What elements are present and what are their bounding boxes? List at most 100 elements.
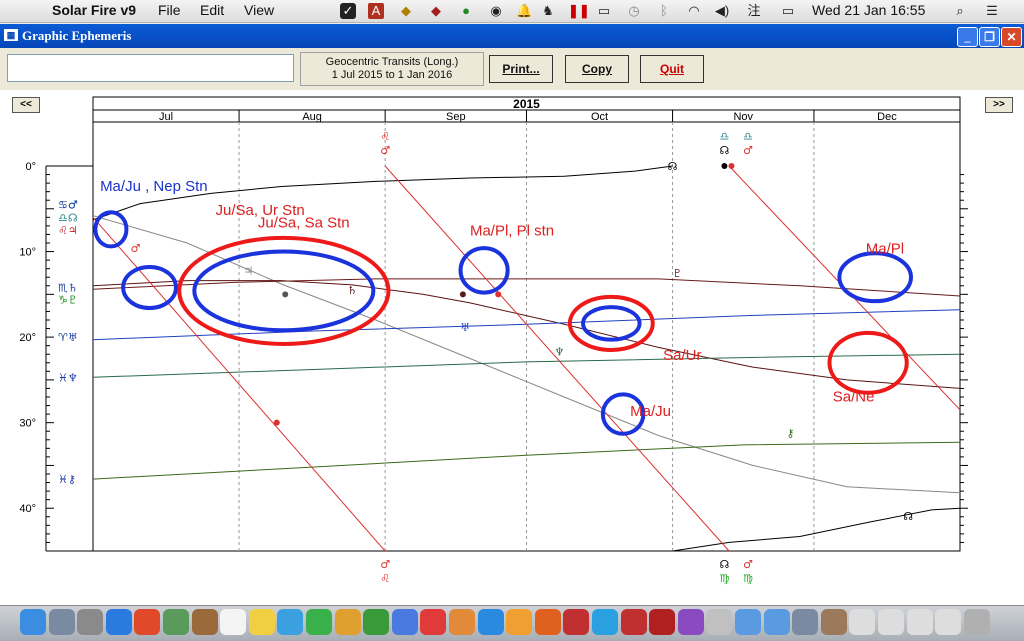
toolbar: Geocentric Transits (Long.) 1 Jul 2015 t… [0,48,1024,90]
month-label: Sep [446,111,466,123]
bluetooth-icon[interactable]: ᛒ [656,3,672,19]
aspect-dot [728,163,735,169]
month-label: Nov [733,111,753,123]
skype-icon[interactable] [592,609,618,635]
series-glyph: ♂ [130,242,140,255]
window-title: Graphic Ephemeris [22,28,132,43]
app-store-icon[interactable] [477,609,504,635]
folder-1-icon[interactable] [735,609,761,635]
airplay-icon[interactable]: ▭ [596,3,612,19]
month-label: Jul [159,111,173,123]
next-button[interactable]: >> [985,97,1013,113]
quit-button[interactable]: Quit [640,55,704,83]
timemachine-icon[interactable]: ◷ [626,3,642,19]
menu-view[interactable]: View [244,2,274,18]
onepassword-icon[interactable]: ◉ [488,3,504,19]
music-icon[interactable] [420,609,447,635]
y-tick-label: 10° [19,247,36,259]
mode-line-1: Geocentric Transits (Long.) [325,56,459,68]
aspect-dot [459,291,466,298]
ephemeris-mode-box: Geocentric Transits (Long.) 1 Jul 2015 t… [300,52,484,86]
window-titlebar: ▦ Graphic Ephemeris _ ❐ ✕ [0,24,1024,48]
bottom-marker-glyph: ♍ [719,572,729,585]
solar-fire-icon[interactable] [563,609,590,635]
restore-button[interactable]: ❐ [979,27,1000,47]
graphic-ephemeris-chart[interactable]: 2015 Jul Aug Sep Oct Nov Dec0°10°20°30°40°♋♂♎… [0,90,1024,605]
keynote-icon[interactable] [391,609,418,635]
aspect-dot [273,419,280,426]
firefox-icon[interactable] [534,609,561,635]
top-marker-glyph: ♌ [380,130,390,143]
calendar-icon[interactable] [220,609,247,635]
dictionary-icon[interactable]: A [368,3,384,19]
top-marker-glyph: ♂ [380,144,390,157]
app-window-icon[interactable]: ▦ [4,29,18,41]
menubar: Solar Fire v9 File Edit View ✓ A ◆ ◆ ● ◉… [0,0,1024,23]
close-button[interactable]: ✕ [1001,27,1022,47]
series-glyph: ☊ [668,160,678,173]
stack-4-icon[interactable] [906,609,933,635]
parallels-icon[interactable] [620,609,647,635]
system-prefs-icon[interactable] [77,609,104,635]
facetime-icon[interactable] [306,609,332,635]
prev-button[interactable]: << [12,97,40,113]
wifi-icon[interactable]: ◠ [686,3,702,19]
stack-5-icon[interactable] [935,609,962,635]
top-marker-glyph: ♎ [719,130,729,143]
bell-icon[interactable]: 🔔 [516,3,532,19]
month-label: Oct [591,111,608,123]
pause-icon[interactable]: ❚❚ [568,3,590,19]
app-menu[interactable]: Solar Fire v9 [52,2,136,18]
pages-icon[interactable] [506,609,533,635]
numbers-icon[interactable] [363,609,390,635]
evernote-icon[interactable]: ♞ [540,3,556,19]
preview-icon[interactable] [163,609,189,635]
copy-button[interactable]: Copy [565,55,629,83]
aspect-dot [721,163,728,169]
series-glyph: ♃ [244,264,254,277]
search-icon[interactable]: ⌕ [952,3,968,19]
minimize-button[interactable]: _ [957,27,978,47]
series-glyph: ♆ [555,346,565,359]
volume-icon[interactable]: ◀) [714,3,730,19]
menu-edit[interactable]: Edit [200,2,224,18]
month-label: Aug [302,111,322,123]
scribe-icon[interactable]: ✓ [340,3,356,19]
top-marker-glyph: ☊ [720,144,730,157]
series-glyph: ♇ [672,267,682,280]
stack-1-icon[interactable] [820,609,847,635]
bottom-marker-glyph: ♂ [380,558,390,571]
chart-name-field[interactable] [7,54,294,82]
sync-icon[interactable]: ● [458,3,474,19]
menu-file[interactable]: File [158,2,181,18]
stack-2-icon[interactable] [849,609,876,635]
itunes-u-icon[interactable] [677,609,704,635]
aspect-dot [495,291,502,298]
books-icon[interactable] [449,609,475,635]
annotation-label: Sa/Ne [833,388,875,405]
launchpad-icon[interactable] [48,609,75,635]
input-method-icon[interactable]: 注 [746,3,762,19]
safari-icon[interactable] [105,609,132,635]
stack-3-icon[interactable] [878,609,904,635]
folder-2-icon[interactable] [763,609,790,635]
mode-line-2: 1 Jul 2015 to 1 Jan 2016 [331,69,453,81]
list-icon[interactable]: ☰ [984,3,1000,19]
photo-tool-icon[interactable] [706,609,733,635]
chrome-icon[interactable] [134,609,161,635]
trash-icon[interactable] [963,609,990,635]
battery-icon[interactable]: ▭ [776,3,800,19]
finder-icon[interactable] [20,609,46,635]
messages-icon[interactable] [277,609,304,635]
series-glyph: ☊ [903,510,913,523]
notebook-icon[interactable] [191,609,218,635]
photos-icon[interactable] [334,609,361,635]
shield-icon[interactable]: ◆ [398,3,414,19]
acrobat-icon[interactable] [649,609,676,635]
clock[interactable]: Wed 21 Jan 16:55 [812,2,925,18]
documents-icon[interactable] [792,609,819,635]
annotation-label: Sa/Ur [663,347,701,364]
antivirus-icon[interactable]: ◆ [428,3,444,19]
notes-icon[interactable] [248,609,275,635]
print-button[interactable]: Print... [489,55,553,83]
